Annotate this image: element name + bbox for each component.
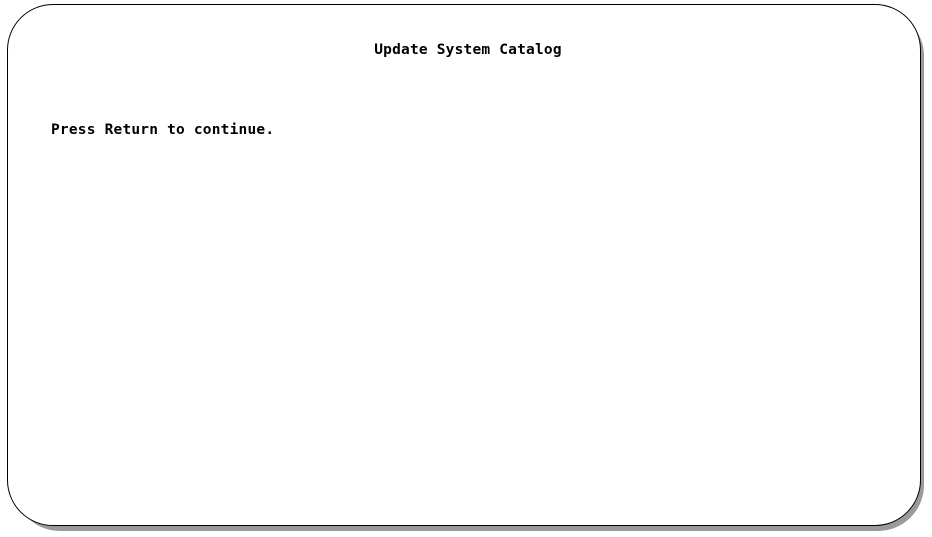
- terminal-screen: Update System Catalog Press Return to co…: [7, 4, 921, 526]
- continue-prompt: Press Return to continue.: [51, 122, 275, 138]
- screen-title: Update System Catalog: [374, 42, 562, 58]
